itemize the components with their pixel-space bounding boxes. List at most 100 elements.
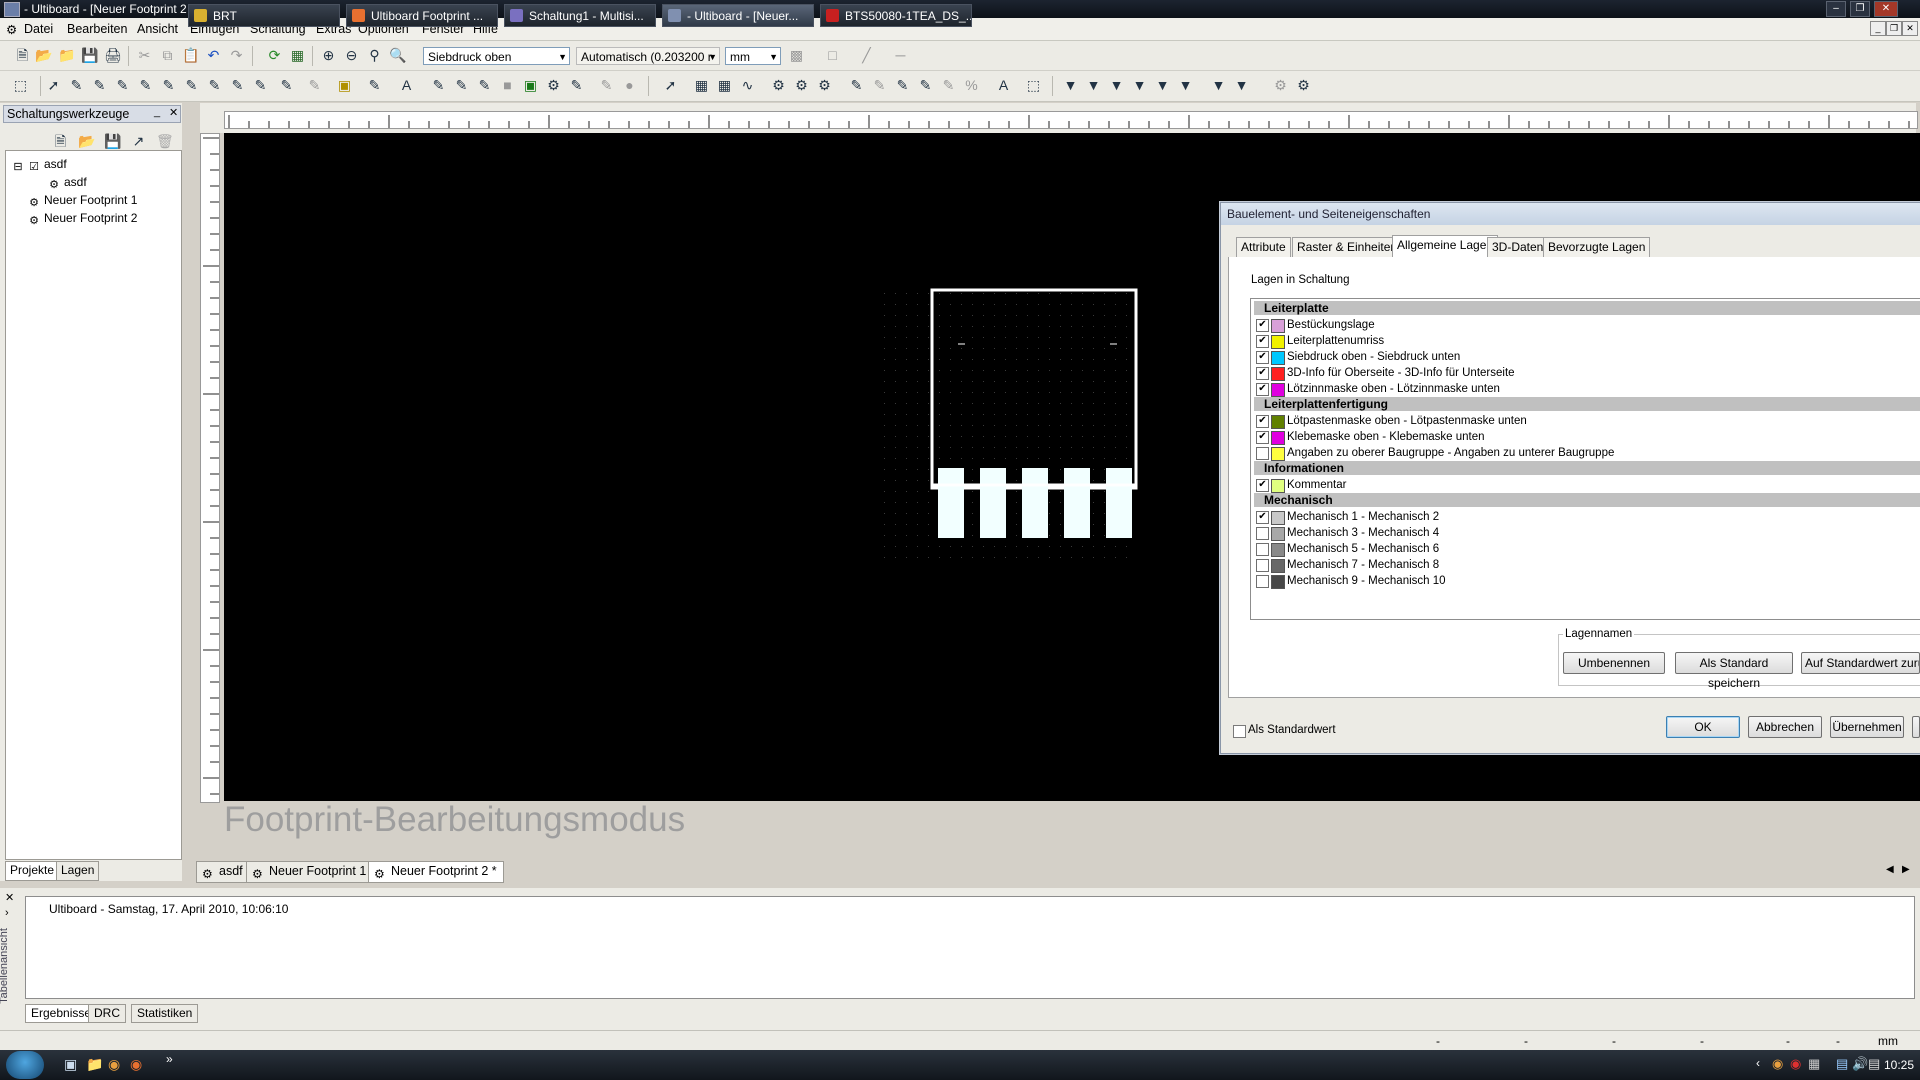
filter-icon[interactable]: ▼ <box>1085 77 1102 94</box>
tab-attribute[interactable]: Attribute <box>1236 237 1291 258</box>
ok-button[interactable]: OK <box>1666 716 1740 738</box>
tab-ergebnisse[interactable]: Ergebnisse <box>25 1004 98 1023</box>
start-button[interactable] <box>6 1051 44 1079</box>
pen-icon[interactable]: ✎ <box>183 77 200 94</box>
settings-icon[interactable]: ⚙ <box>1272 77 1289 94</box>
pen-icon[interactable]: ✎ <box>917 77 934 94</box>
filter-icon[interactable]: ▼ <box>1131 77 1148 94</box>
task-brt[interactable]: BRT <box>188 4 340 27</box>
print-icon[interactable]: 🖨 <box>104 47 122 64</box>
layer-checkbox[interactable]: ✔ <box>1256 319 1269 332</box>
app-icon[interactable] <box>4 2 20 17</box>
pad-3[interactable] <box>1022 468 1048 538</box>
output-close-icon[interactable]: ✕ <box>5 891 14 904</box>
part-icon[interactable]: ⚙ <box>793 77 810 94</box>
open-sample-icon[interactable]: 📁 <box>58 47 75 64</box>
doc-tab-neuer-footprint-1[interactable]: ⚙ Neuer Footprint 1 <box>246 861 374 883</box>
layer-checkbox[interactable] <box>1256 559 1269 572</box>
results-text[interactable]: Ultiboard - Samstag, 17. April 2010, 10:… <box>25 896 1915 999</box>
delete-icon[interactable]: 🗑 <box>156 133 174 150</box>
text-icon[interactable]: A <box>995 77 1012 94</box>
filter-icon[interactable]: ▼ <box>1233 77 1250 94</box>
apply-button[interactable]: Übernehmen <box>1830 716 1904 738</box>
menu-bearbeiten[interactable]: Bearbeiten <box>67 22 127 36</box>
layer-checkbox[interactable] <box>1256 543 1269 556</box>
pad-4[interactable] <box>1064 468 1090 538</box>
tab-3d-daten[interactable]: 3D-Daten <box>1487 237 1549 258</box>
pen-icon[interactable]: ✎ <box>848 77 865 94</box>
restore-button[interactable]: ❐ <box>1850 1 1870 17</box>
outline-icon[interactable]: □ <box>824 47 841 64</box>
pad-1[interactable] <box>938 468 964 538</box>
menu-ansicht[interactable]: Ansicht <box>137 22 178 36</box>
output-pin-icon[interactable]: › <box>5 907 9 919</box>
open-folder-icon[interactable]: 📂 <box>35 47 52 64</box>
part-icon[interactable]: ⚙ <box>770 77 787 94</box>
tab-statistiken[interactable]: Statistiken <box>131 1004 199 1023</box>
pen-disabled-icon[interactable]: ✎ <box>306 77 323 94</box>
via-icon[interactable]: ⚙ <box>545 77 562 94</box>
pad-icon[interactable]: ✎ <box>453 77 470 94</box>
panel-pin-icon[interactable]: _ <box>154 106 160 118</box>
text-icon[interactable]: A <box>398 77 415 94</box>
network-icon[interactable]: ▤ <box>1836 1056 1848 1072</box>
pad-icon[interactable]: ✎ <box>430 77 447 94</box>
layer-checkbox[interactable] <box>1256 527 1269 540</box>
layer-checkbox[interactable]: ✔ <box>1256 431 1269 444</box>
layer-checkbox[interactable]: ✔ <box>1256 367 1269 380</box>
collapse-icon[interactable]: ⊟ <box>12 161 24 173</box>
apple-icon[interactable]: ● <box>621 77 638 94</box>
board-icon[interactable]: ▣ <box>522 77 539 94</box>
zoom-area-icon[interactable]: ⚲ <box>366 47 383 64</box>
task-ultiboard-footprint[interactable]: Ultiboard Footprint ... <box>346 4 498 27</box>
pen-icon[interactable]: ✎ <box>278 77 295 94</box>
task-multisim[interactable]: Schaltung1 - Multisi... <box>504 4 656 27</box>
firefox-icon[interactable]: ◉ <box>130 1056 142 1073</box>
tray-app-icon[interactable]: ◉ <box>1772 1056 1783 1072</box>
filter-icon[interactable]: ▼ <box>1177 77 1194 94</box>
clock[interactable]: 10:25 <box>1884 1058 1914 1072</box>
paste-icon[interactable]: 📋 <box>182 47 199 64</box>
grid-select[interactable]: Automatisch (0.203200 r ▼ <box>576 47 720 65</box>
layer-checkbox[interactable]: ✔ <box>1256 335 1269 348</box>
layer-checkbox[interactable]: ✔ <box>1256 479 1269 492</box>
tree-item-asdf-child[interactable]: ⚙ asdf <box>48 175 87 191</box>
help-button[interactable] <box>1912 716 1920 738</box>
layer-checkbox[interactable]: ✔ <box>1256 511 1269 524</box>
tray-misc-icon[interactable]: ▤ <box>1868 1056 1880 1072</box>
tray-acrobat-icon[interactable]: ◉ <box>1790 1056 1801 1072</box>
layer-checkbox[interactable] <box>1256 447 1269 460</box>
tab-drc[interactable]: DRC <box>88 1004 126 1023</box>
silkscreen-outline[interactable] <box>930 288 1138 490</box>
redo-icon[interactable]: ↷ <box>228 47 245 64</box>
component-icon[interactable]: ▣ <box>336 77 353 94</box>
pen-icon[interactable]: ✎ <box>871 77 888 94</box>
copy-icon[interactable]: ⧉ <box>159 47 176 64</box>
refresh-icon[interactable]: ⟳ <box>266 47 283 64</box>
mdi-minimize-button[interactable]: _ <box>1870 21 1886 36</box>
part-icon[interactable]: ⚙ <box>816 77 833 94</box>
task-ultiboard-active[interactable]: - Ultiboard - [Neuer... <box>662 4 814 27</box>
doc-system-icon[interactable]: ⚙ <box>6 22 17 37</box>
tab-lagen[interactable]: Lagen <box>56 861 100 881</box>
doc-tab-neuer-footprint-2[interactable]: ⚙ Neuer Footprint 2 * <box>368 861 504 883</box>
pen-icon[interactable]: ✎ <box>91 77 108 94</box>
filter-icon[interactable]: ▼ <box>1062 77 1079 94</box>
select-rect-icon[interactable]: ⬚ <box>12 77 29 94</box>
as-default-checkbox[interactable] <box>1233 725 1246 738</box>
unit-select[interactable]: mm ▼ <box>725 47 781 65</box>
component-edit-icon[interactable]: ✎ <box>366 77 383 94</box>
tree-item-asdf[interactable]: ⊟ ☑ asdf <box>12 157 66 173</box>
panel-close-icon[interactable]: ✕ <box>169 106 178 119</box>
table-icon[interactable]: ▦ <box>693 77 710 94</box>
pen-icon[interactable]: ✎ <box>137 77 154 94</box>
mdi-close-button[interactable]: ✕ <box>1902 21 1918 36</box>
task-pdf[interactable]: BTS50080-1TEA_DS_... <box>820 4 972 27</box>
tree-item-neuer-footprint-1[interactable]: ⚙ Neuer Footprint 1 <box>28 193 137 209</box>
tray-expand-icon[interactable]: ‹ <box>1756 1056 1760 1070</box>
pen-icon[interactable]: ✎ <box>160 77 177 94</box>
route-icon[interactable]: ∿ <box>739 77 756 94</box>
zoom-fit-icon[interactable]: 🔍 <box>389 47 406 64</box>
zoom-out-icon[interactable]: ⊖ <box>343 47 360 64</box>
layer-checkbox[interactable]: ✔ <box>1256 351 1269 364</box>
